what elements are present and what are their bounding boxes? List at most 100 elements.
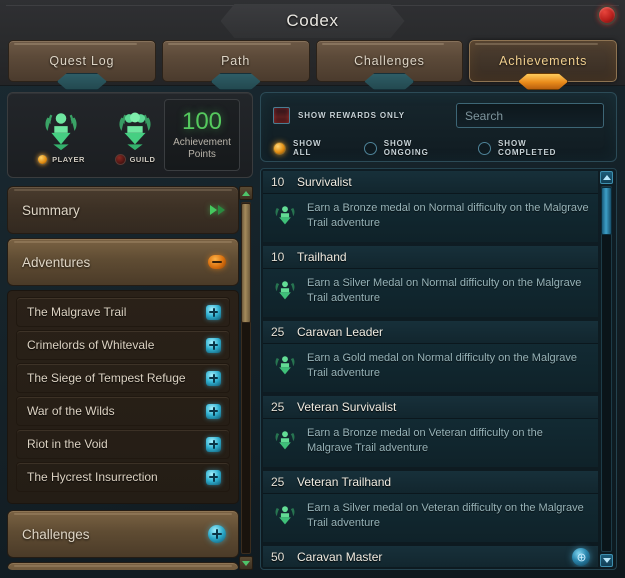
scroll-down-arrow-icon[interactable] [600, 554, 613, 567]
tab-achievements[interactable]: Achievements [469, 40, 617, 82]
radio-dot-icon[interactable] [273, 141, 286, 155]
codex-window: Codex Quest Log Path Challenges Achievem… [0, 0, 625, 578]
achievement-header[interactable]: 10 Trailhand [263, 246, 598, 269]
list-item[interactable]: War of the Wilds [16, 396, 230, 426]
plus-icon[interactable] [206, 469, 221, 485]
tab-bar: Quest Log Path Challenges Achievements [8, 40, 617, 82]
achievements-list: 10 Survivalist Earn a Bronze medal on No… [263, 171, 598, 567]
achievements-scroll-thumb[interactable] [601, 187, 612, 235]
reward-glyph [577, 553, 585, 561]
achievement-header[interactable]: 25 Veteran Survivalist [263, 396, 598, 419]
search-input[interactable] [457, 108, 625, 123]
radio-dot-icon[interactable] [363, 141, 377, 155]
filter-row-bottom: SHOW ALL SHOW ONGOING SHOW COMPLETED [273, 139, 604, 157]
sidebar-scroll-thumb[interactable] [241, 203, 251, 323]
plus-icon[interactable] [206, 403, 221, 419]
window-title-plate: Codex [221, 4, 405, 38]
achievement-laurel-icon [275, 281, 295, 300]
achievement-body: Earn a Silver medal on Veteran difficult… [263, 494, 598, 542]
tab-indicator-active [518, 73, 568, 90]
achievement-header[interactable]: 50 Caravan Master [263, 546, 598, 567]
player-label: PLAYER [52, 154, 85, 164]
minus-icon[interactable] [208, 253, 226, 271]
filter-row-top: SHOW REWARDS ONLY [273, 103, 625, 128]
achievement-points-label: Achievement Points [173, 137, 231, 160]
radio-dot-icon[interactable] [478, 141, 492, 155]
achievements-scrollbar[interactable] [599, 171, 614, 567]
list-item[interactable]: The Siege of Tempest Refuge [16, 363, 230, 393]
achievement-body: Earn a Silver Medal on Normal difficulty… [263, 269, 598, 317]
achievement-stats-panel: PLAYER GUILD 100 Achievement Points [7, 92, 253, 178]
player-scope-toggle[interactable]: PLAYER [32, 106, 90, 165]
achievement-description: Earn a Bronze medal on Veteran difficult… [307, 427, 543, 454]
sidebar-item-summary[interactable]: Summary [7, 186, 239, 234]
list-item[interactable]: 50 Caravan Master [263, 546, 598, 567]
achievement-title: Trailhand [297, 250, 347, 264]
plus-icon[interactable] [206, 370, 221, 386]
show-rewards-only-checkbox[interactable] [273, 107, 290, 124]
tab-label: Quest Log [49, 54, 115, 68]
achievements-scroll-track[interactable] [601, 186, 612, 552]
achievement-description: Earn a Silver Medal on Normal difficulty… [307, 277, 582, 304]
achievement-body: Earn a Bronze medal on Veteran difficult… [263, 419, 598, 467]
achievement-laurel-icon [275, 356, 295, 375]
adventure-label: Crimelords of Whitevale [27, 338, 155, 352]
radio-show-ongoing[interactable]: SHOW ONGOING [363, 139, 448, 157]
adventure-label: Riot in the Void [27, 437, 108, 451]
achievement-points: 10 [271, 250, 285, 264]
list-item[interactable]: 25 Caravan Leader Earn a Gold medal on N… [263, 321, 598, 392]
plus-icon[interactable] [208, 525, 226, 543]
plus-icon[interactable] [206, 304, 221, 320]
tab-label: Path [221, 54, 251, 68]
achievement-points: 10 [271, 175, 285, 189]
sidebar-scrollbar[interactable] [239, 186, 253, 570]
reward-badge-icon[interactable] [572, 548, 590, 566]
tab-indicator [364, 73, 414, 90]
achievement-points-value: 100 [181, 108, 223, 135]
list-item[interactable]: The Malgrave Trail [16, 297, 230, 327]
guild-scope-toggle[interactable]: GUILD [106, 106, 164, 165]
tab-challenges[interactable]: Challenges [315, 40, 464, 82]
list-item[interactable]: The Hycrest Insurrection [16, 462, 230, 492]
sidebar-item-partial[interactable] [7, 562, 239, 570]
radio-label: SHOW ALL [293, 139, 322, 157]
achievement-body: Earn a Bronze medal on Normal difficulty… [263, 194, 598, 242]
radio-show-completed[interactable]: SHOW COMPLETED [478, 139, 574, 157]
sidebar-item-adventures[interactable]: Adventures [7, 238, 239, 286]
page-title: Codex [286, 11, 339, 30]
search-box[interactable] [456, 103, 625, 128]
achievement-laurel-icon [275, 506, 295, 525]
achievement-description: Earn a Gold medal on Normal difficulty o… [307, 352, 578, 379]
play-arrows-icon[interactable] [208, 201, 226, 219]
achievement-title: Survivalist [297, 175, 352, 189]
close-icon[interactable] [597, 5, 617, 25]
list-item[interactable]: 10 Trailhand Earn a Silver Medal on Norm… [263, 246, 598, 317]
list-item[interactable]: 25 Veteran Survivalist Earn a Bronze med… [263, 396, 598, 467]
scroll-up-arrow-icon[interactable] [239, 186, 253, 200]
achievement-header[interactable]: 25 Caravan Leader [263, 321, 598, 344]
achievement-title: Caravan Master [297, 550, 383, 564]
list-item[interactable]: Riot in the Void [16, 429, 230, 459]
achievement-laurel-icon [275, 431, 295, 450]
achievement-header[interactable]: 25 Veteran Trailhand [263, 471, 598, 494]
tab-quest-log[interactable]: Quest Log [8, 40, 156, 82]
achievement-header[interactable]: 10 Survivalist [263, 171, 598, 194]
points-label-line2: Points [188, 148, 216, 160]
sidebar-item-label: Adventures [22, 254, 91, 270]
list-item[interactable]: Crimelords of Whitevale [16, 330, 230, 360]
list-item[interactable]: 10 Survivalist Earn a Bronze medal on No… [263, 171, 598, 242]
achievement-title: Caravan Leader [297, 325, 384, 339]
sidebar-item-challenges[interactable]: Challenges [7, 510, 239, 558]
guild-radio-dot[interactable] [114, 153, 126, 165]
plus-icon[interactable] [206, 436, 221, 452]
achievement-description: Earn a Bronze medal on Normal difficulty… [307, 202, 589, 229]
plus-icon[interactable] [206, 337, 221, 353]
achievement-body: Earn a Gold medal on Normal difficulty o… [263, 344, 598, 392]
scroll-down-arrow-icon[interactable] [239, 556, 253, 570]
radio-show-all[interactable]: SHOW ALL [273, 139, 334, 157]
scroll-up-arrow-icon[interactable] [600, 171, 613, 184]
list-item[interactable]: 25 Veteran Trailhand Earn a Silver medal… [263, 471, 598, 542]
player-radio-dot[interactable] [37, 153, 49, 165]
tab-path[interactable]: Path [161, 40, 310, 82]
guild-label: GUILD [129, 154, 156, 164]
